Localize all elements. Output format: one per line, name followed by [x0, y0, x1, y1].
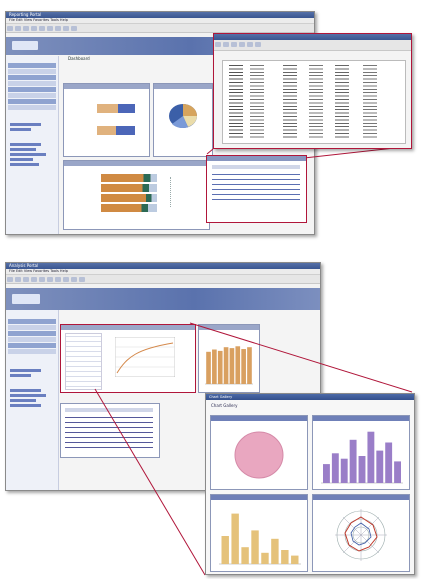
bar — [291, 555, 299, 564]
bar — [349, 439, 357, 483]
yellow-bar-chart — [219, 513, 301, 565]
bar — [358, 456, 366, 483]
bar — [367, 431, 375, 483]
panel-header — [211, 416, 307, 421]
bar — [394, 461, 401, 483]
bar — [241, 547, 249, 564]
yellow-bar-panel — [210, 494, 308, 572]
purple-bar-panel — [312, 415, 410, 490]
popup-titlebar: Chart Gallery — [206, 394, 414, 400]
pink-pie-chart — [234, 431, 284, 479]
radar-chart — [335, 509, 387, 561]
bar — [221, 536, 229, 564]
bar — [385, 442, 393, 483]
purple-bar-chart — [321, 431, 403, 484]
popup-title: Chart Gallery — [209, 395, 233, 399]
panel-header — [211, 495, 307, 500]
panel-header — [313, 495, 409, 500]
gallery-heading: Chart Gallery — [211, 403, 238, 408]
bar — [281, 550, 289, 564]
bar — [340, 458, 348, 483]
bar — [376, 450, 384, 483]
pink-pie-panel — [210, 415, 308, 490]
bar — [261, 552, 269, 564]
radar-chart-panel — [312, 494, 410, 572]
bar — [331, 453, 339, 483]
bar — [251, 530, 259, 564]
bar — [271, 538, 279, 564]
bar — [323, 464, 330, 483]
panel-header — [313, 416, 409, 421]
chart-gallery-window: Chart Gallery Chart Gallery — [205, 393, 415, 575]
bar — [231, 513, 239, 564]
